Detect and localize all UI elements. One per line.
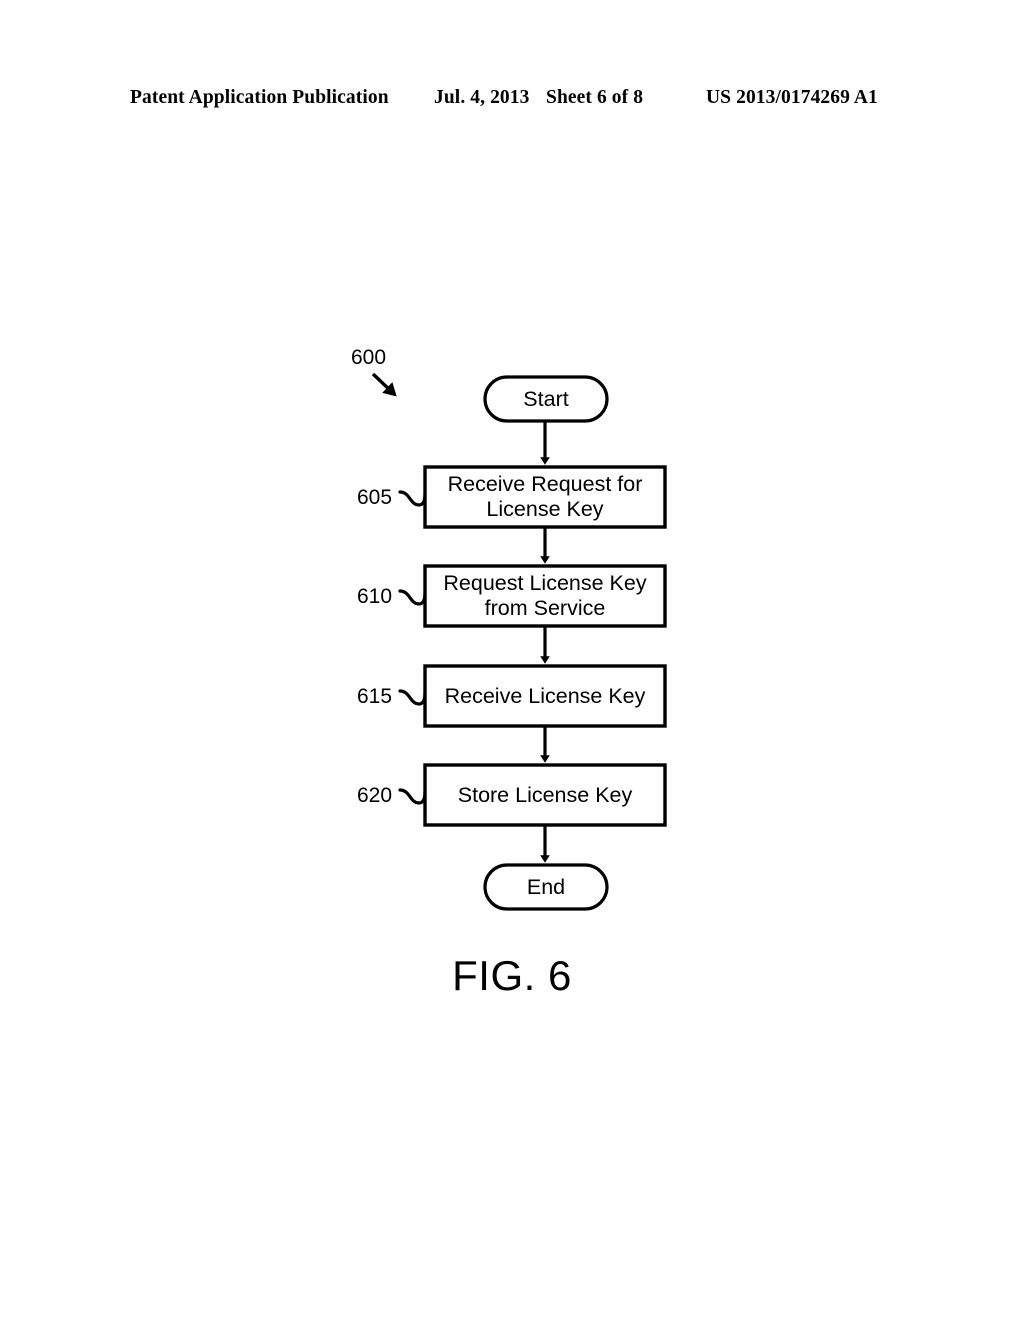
reference-numeral-615: 615 bbox=[357, 685, 393, 708]
figure-600-flowchart: Start Receive Request for License Key Re… bbox=[0, 0, 1024, 1320]
box-605-label: Receive Request for License Key bbox=[447, 472, 643, 521]
leader-line-605 bbox=[398, 490, 427, 507]
start-label: Start bbox=[523, 386, 569, 411]
box-620-label: Store License Key bbox=[457, 782, 633, 807]
reference-numeral-600: 600 bbox=[351, 346, 387, 369]
reference-numeral-605: 605 bbox=[357, 486, 393, 509]
flowchart-vector-layer bbox=[371, 372, 667, 911]
box-615-label: Receive License Key bbox=[444, 683, 646, 708]
figure-caption: FIG. 6 bbox=[452, 952, 572, 999]
arrow-600-pointer bbox=[371, 372, 397, 397]
leader-line-615 bbox=[398, 689, 427, 706]
reference-numeral-610: 610 bbox=[357, 585, 393, 608]
reference-600-arrow bbox=[371, 372, 397, 397]
leader-line-620 bbox=[398, 788, 427, 805]
box-610-label: Request License Key from Service bbox=[443, 571, 647, 620]
leader-line-610 bbox=[398, 589, 427, 606]
reference-numeral-620: 620 bbox=[357, 784, 393, 807]
end-label: End bbox=[526, 874, 566, 899]
reference-leader-lines bbox=[398, 490, 427, 805]
